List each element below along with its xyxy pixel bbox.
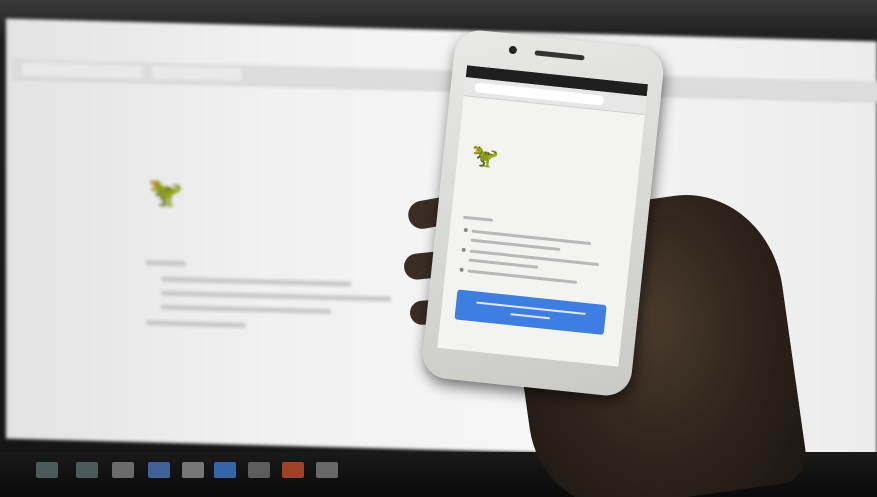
taskbar-icon — [316, 462, 338, 478]
taskbar-icon — [112, 462, 134, 478]
phone-camera — [508, 45, 518, 55]
monitor-browser-tab — [152, 66, 242, 81]
phone-speaker — [534, 50, 585, 61]
dinosaur-icon: 🦖 — [470, 142, 501, 171]
phone-button-text-line — [476, 301, 586, 316]
phone-text-line — [467, 269, 578, 284]
monitor-text-line — [161, 290, 391, 302]
taskbar-icon — [248, 462, 270, 478]
monitor-text-line — [146, 320, 246, 328]
phone-bullet — [459, 267, 464, 273]
monitor-text-line — [161, 304, 331, 315]
phone-bullet — [461, 247, 466, 253]
taskbar-icon — [282, 462, 304, 478]
dinosaur-icon: 🦖 — [148, 176, 183, 209]
monitor-text-line — [161, 276, 351, 287]
taskbar-icon — [214, 462, 236, 478]
phone-bullet — [463, 227, 468, 233]
phone-button-text-line — [510, 313, 551, 320]
smartphone: 🦖 — [420, 27, 666, 399]
phone-text-line — [468, 258, 539, 269]
taskbar-icon — [76, 462, 98, 478]
taskbar-icon — [36, 462, 58, 478]
phone-screen: 🦖 — [437, 65, 649, 367]
monitor-text-line — [146, 260, 186, 267]
taskbar-icon — [182, 462, 204, 478]
monitor-browser-toolbar — [12, 58, 877, 103]
monitor-browser-tab — [22, 63, 142, 79]
photo-scene: 🦖 🦖 — [0, 0, 877, 497]
phone-text-line — [462, 215, 494, 222]
phone-action-button — [454, 289, 607, 336]
taskbar-icon — [148, 462, 170, 478]
